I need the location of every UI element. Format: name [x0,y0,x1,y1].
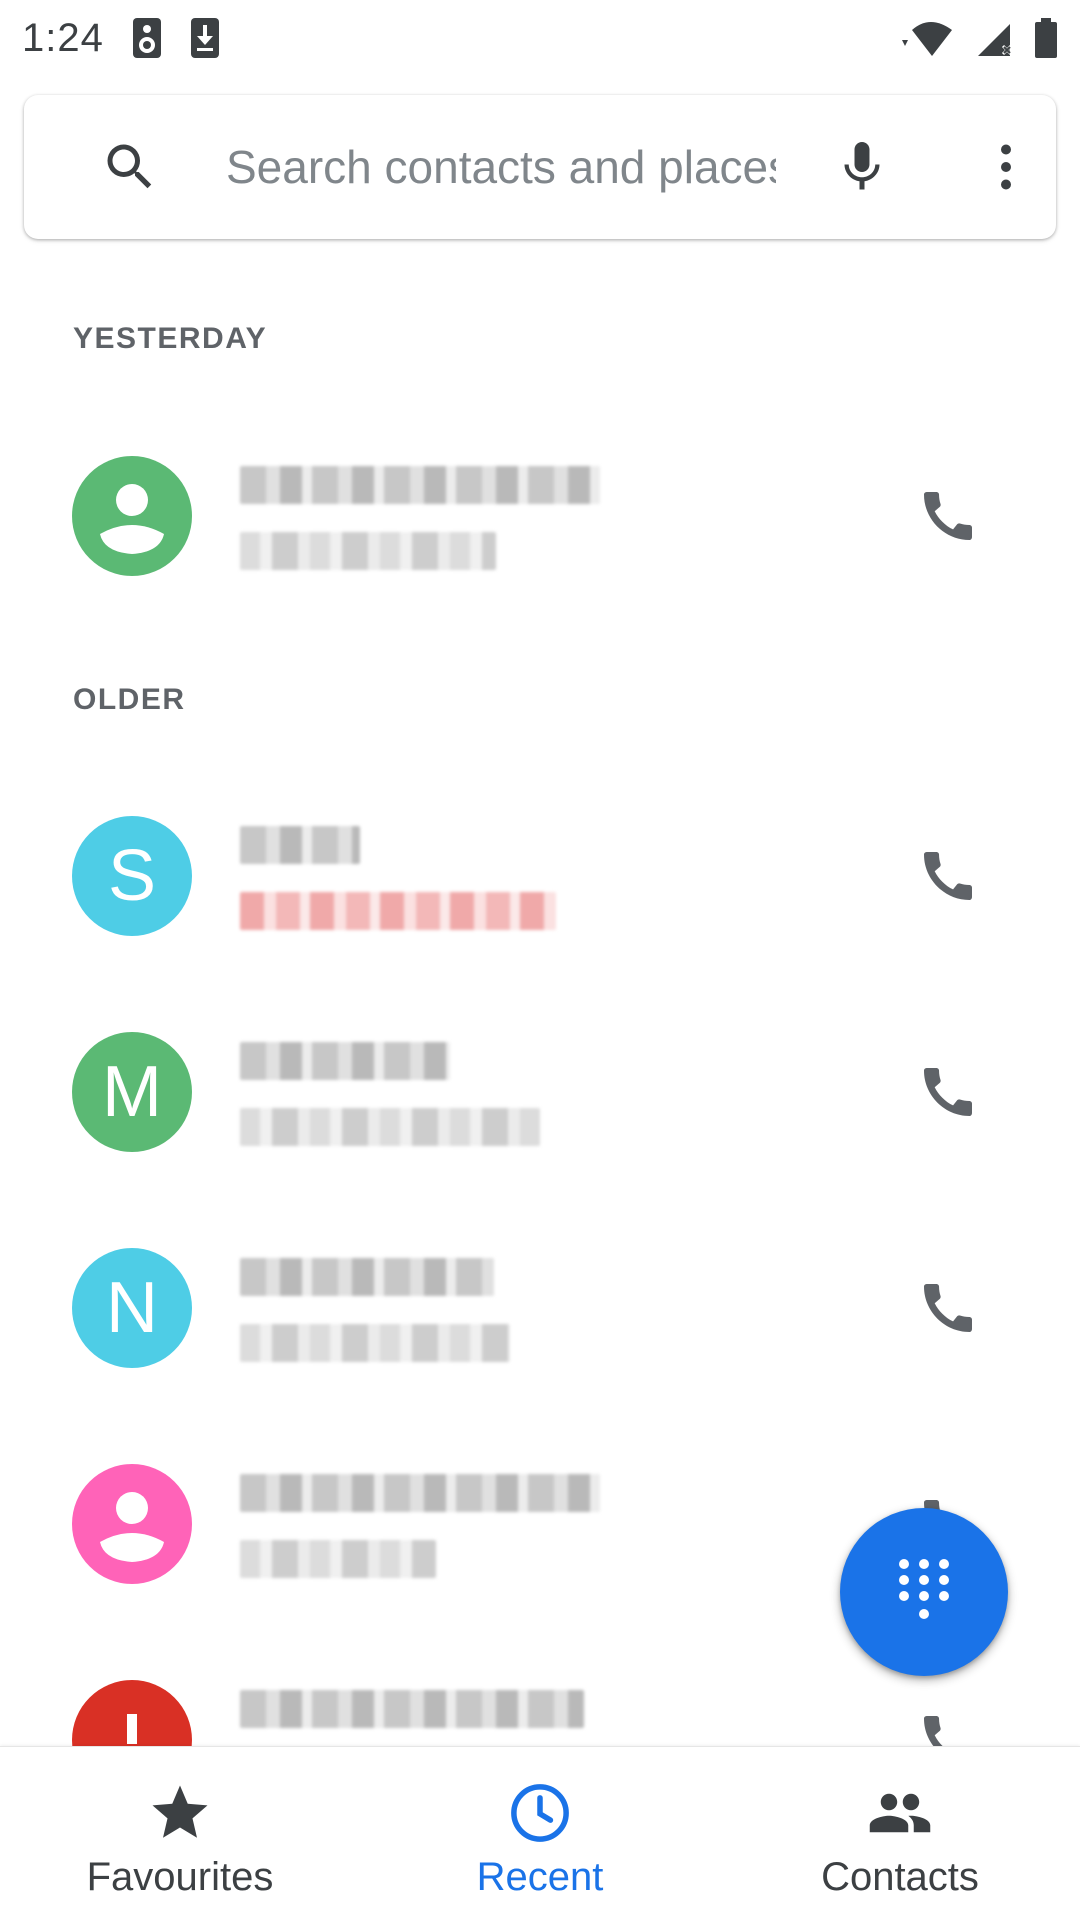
cell-signal-icon [976,18,1016,58]
nav-favourites[interactable]: Favourites [0,1747,360,1920]
search-bar[interactable]: Search contacts and places [24,95,1056,239]
person-icon [100,1492,164,1562]
nav-label-recent: Recent [476,1855,604,1899]
avatar-letter: S [107,836,157,916]
avatar-letter: N [106,1268,158,1348]
call-log-row[interactable]: S [0,776,1080,976]
dialpad-icon [899,1559,949,1619]
avatar[interactable]: N [72,1248,192,1368]
caller-name-redacted [240,1258,494,1296]
clock-icon [504,1777,576,1849]
call-details-redacted [240,1108,540,1146]
call-details-redacted [240,1324,510,1362]
people-icon [864,1777,936,1849]
more-options-icon[interactable] [970,131,1042,203]
status-right [898,17,1058,59]
person-icon [100,484,164,554]
microphone-icon[interactable] [826,131,898,203]
download-icon [190,17,220,59]
status-bar: 1:24 [0,0,1080,76]
call-details-redacted [240,532,496,570]
nav-label-favourites: Favourites [86,1855,274,1899]
battery-icon [1034,17,1058,59]
avatar[interactable]: S [72,816,192,936]
call-log-row[interactable]: N [0,1208,1080,1408]
avatar[interactable] [72,1464,192,1584]
caller-name-redacted [240,1474,600,1512]
phone-icon[interactable] [912,1056,984,1128]
caller-name-redacted [240,826,360,864]
phone-icon[interactable] [912,480,984,552]
dialpad-button[interactable] [840,1508,1008,1676]
speaker-icon [132,17,162,59]
phone-screen: 1:24 Search contacts and places YESTERDA… [0,0,1080,1920]
phone-icon[interactable] [912,1272,984,1344]
section-header-older: OLDER [73,683,186,716]
avatar-letter: M [102,1052,162,1132]
star-icon [144,1777,216,1849]
call-details-redacted [240,892,556,930]
search-input[interactable]: Search contacts and places [226,140,776,194]
nav-recent[interactable]: Recent [360,1747,720,1920]
section-header-yesterday: YESTERDAY [73,322,268,355]
call-details-redacted [240,1540,436,1578]
caller-name-redacted [240,1690,584,1728]
search-icon[interactable] [94,131,166,203]
caller-name-redacted [240,1042,450,1080]
call-log-row[interactable] [0,416,1080,616]
status-left: 1:24 [22,16,220,61]
call-log-row[interactable]: M [0,992,1080,1192]
wifi-icon [898,18,958,58]
phone-icon[interactable] [912,840,984,912]
nav-label-contacts: Contacts [821,1855,979,1899]
nav-contacts[interactable]: Contacts [720,1747,1080,1920]
status-time: 1:24 [22,15,104,60]
bottom-navigation: Favourites Recent Contacts [0,1746,1080,1920]
caller-name-redacted [240,466,600,504]
avatar[interactable] [72,456,192,576]
avatar[interactable]: M [72,1032,192,1152]
